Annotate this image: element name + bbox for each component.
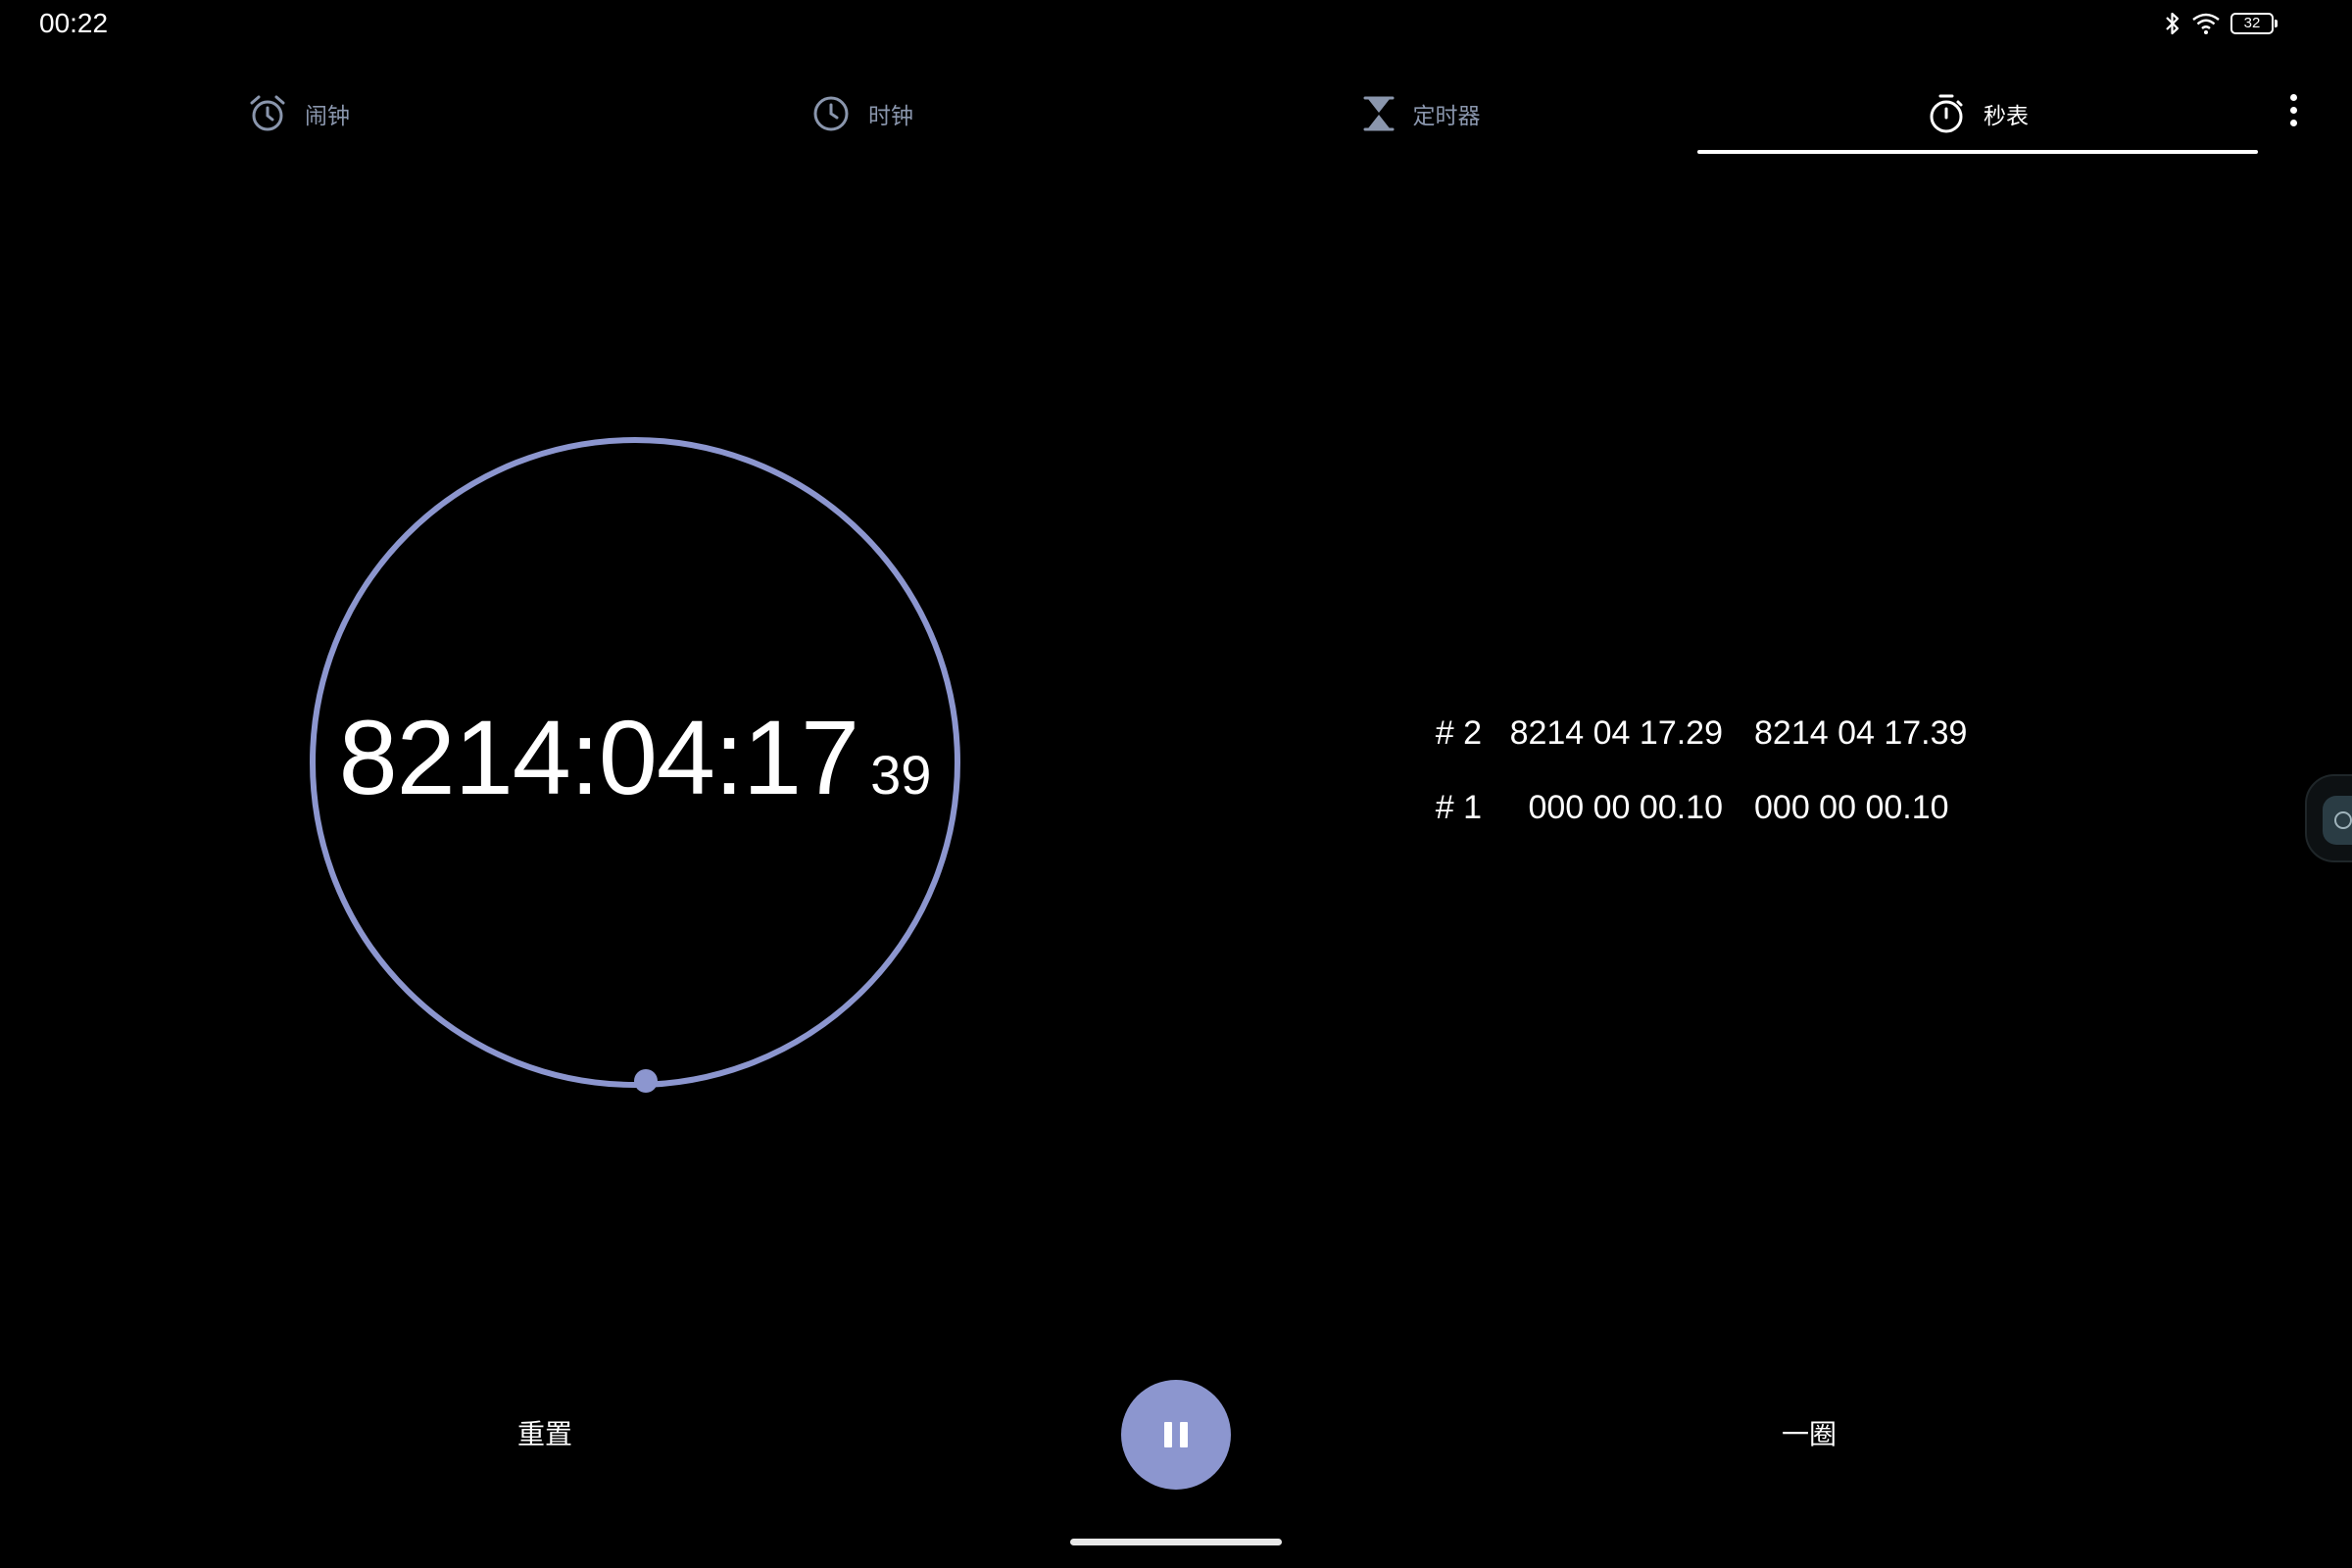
reset-button[interactable]: 重置 (490, 1409, 600, 1460)
clock-icon (811, 94, 851, 133)
bluetooth-icon (2164, 11, 2181, 36)
lap-total-time: 000 00 00.10 (1754, 788, 1949, 826)
more-options-icon[interactable] (2274, 78, 2313, 141)
lap-row: # 2 8214 04 17.29 8214 04 17.39 (1431, 696, 2058, 770)
elapsed-time-main: 8214:04:17 (338, 698, 860, 816)
lap-number: # 1 (1435, 788, 1482, 826)
lap-time: 8214 04 17.29 (1509, 713, 1723, 752)
pause-icon (1164, 1422, 1172, 1447)
battery-icon: 32 (2230, 13, 2278, 34)
elapsed-time: 8214:04:17 39 (304, 696, 966, 818)
lap-list: # 2 8214 04 17.29 8214 04 17.39 # 1 000 … (1431, 696, 2058, 845)
alarm-icon (248, 94, 287, 133)
tab-timer-label: 定时器 (1412, 103, 1481, 128)
tab-alarm-label: 闹钟 (305, 103, 350, 128)
hourglass-icon (1362, 95, 1396, 132)
lap-total-time: 8214 04 17.39 (1754, 713, 1968, 752)
tab-alarm[interactable]: 闹钟 (0, 69, 598, 159)
dial-progress-marker (634, 1069, 658, 1093)
edge-sidebar-handle[interactable] (2305, 774, 2352, 862)
tab-stopwatch-label: 秒表 (1984, 103, 2029, 128)
status-icons: 32 (2164, 8, 2278, 39)
wifi-icon (2191, 12, 2221, 35)
elapsed-time-hundredths: 39 (870, 744, 932, 806)
active-tab-indicator (1697, 150, 2258, 154)
pause-button[interactable] (1121, 1380, 1231, 1490)
search-icon (2323, 796, 2352, 845)
status-time: 00:22 (39, 8, 109, 38)
tab-timer[interactable]: 定时器 (1107, 69, 1735, 159)
lap-row: # 1 000 00 00.10 000 00 00.10 (1431, 770, 2058, 845)
tab-clock[interactable]: 时钟 (549, 69, 1176, 159)
tab-bar: 闹钟 时钟 定时器 秒表 (0, 69, 2274, 159)
lap-button[interactable]: 一圈 (1754, 1409, 1864, 1460)
home-indicator[interactable] (1070, 1539, 1282, 1545)
stopwatch-dial: 8214:04:17 39 (304, 431, 966, 1094)
lap-number: # 2 (1435, 713, 1482, 752)
stopwatch-icon (1927, 92, 1966, 135)
lap-time: 000 00 00.10 (1528, 788, 1723, 826)
battery-level: 32 (2243, 15, 2261, 31)
tab-stopwatch[interactable]: 秒表 (1697, 69, 2258, 159)
tab-clock-label: 时钟 (868, 103, 913, 128)
